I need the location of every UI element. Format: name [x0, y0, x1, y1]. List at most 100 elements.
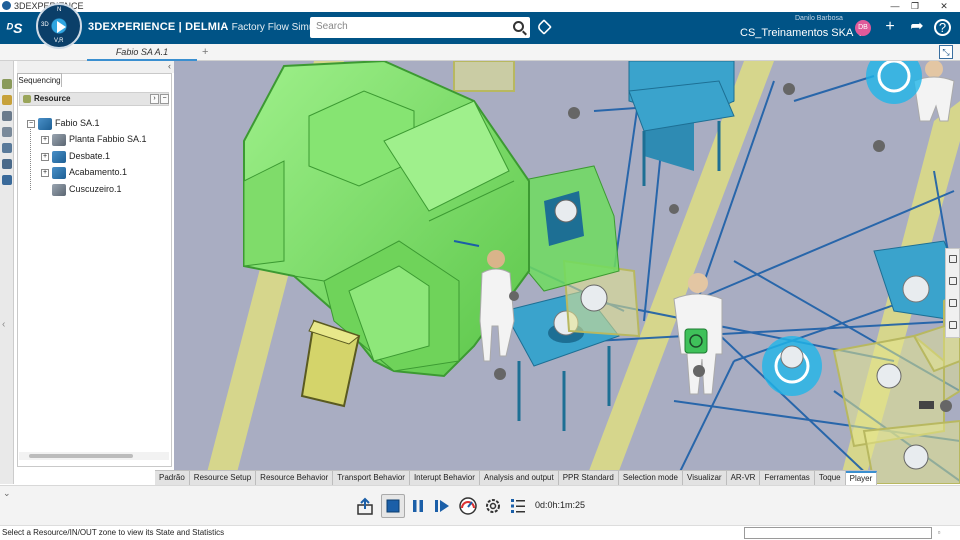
plant-node-icon	[52, 133, 66, 146]
pause-icon[interactable]	[408, 496, 428, 516]
flow-tool-icon[interactable]	[2, 175, 12, 185]
compass-tool-icon[interactable]	[2, 79, 12, 89]
tab-toque[interactable]: Toque	[815, 471, 846, 485]
tab-ppr-standard[interactable]: PPR Standard	[559, 471, 619, 485]
tab-fabio-sa[interactable]: Fabio SA A.1	[87, 44, 197, 61]
stop-button[interactable]	[381, 494, 405, 518]
avatar[interactable]: DB	[855, 20, 871, 36]
factory-scene[interactable]	[174, 61, 960, 484]
compass-3d: 3D	[41, 22, 49, 28]
camera-tool-icon[interactable]	[2, 111, 12, 121]
tree-expand-icon[interactable]: +	[41, 135, 49, 144]
target-zone	[866, 61, 922, 104]
tree-expand-icon[interactable]: +	[41, 152, 49, 161]
command-input[interactable]	[744, 527, 932, 539]
expand-left-icon[interactable]: ‹	[2, 319, 5, 330]
compass-north: N	[57, 7, 62, 13]
settings-icon[interactable]	[483, 496, 503, 516]
tab-sequencing[interactable]: Sequencing	[17, 73, 62, 87]
tag-icon[interactable]	[536, 19, 552, 35]
tab-ar-vr[interactable]: AR-VR	[727, 471, 761, 485]
product-node-icon	[52, 150, 66, 163]
tree-item-desbate[interactable]: + Desbate.1	[41, 149, 110, 163]
tree-expand-icon[interactable]: +	[41, 168, 49, 177]
view-chart-icon[interactable]	[949, 321, 957, 329]
tree-item-label: Desbate.1	[69, 151, 111, 161]
product-node-icon	[52, 166, 66, 179]
app-icon	[2, 1, 11, 10]
tab-interupt-behavior[interactable]: Interupt Behavior	[410, 471, 480, 485]
tree-item-label: Acabamento.1	[69, 167, 128, 177]
chevron-down-icon[interactable]: ⌄	[3, 488, 11, 499]
tree-item-label: Fabio SA.1	[55, 118, 100, 128]
tree-item-label: Planta Fabbio SA.1	[69, 134, 147, 144]
view-compass-icon[interactable]	[949, 277, 957, 285]
tree-item-planta[interactable]: + Planta Fabbio SA.1	[41, 132, 147, 146]
clear-icon[interactable]: ▫	[934, 527, 944, 539]
action-bar: ⌄ 0d:0h:1m:25	[0, 485, 960, 525]
target-zone	[762, 336, 822, 396]
yellow-bin	[300, 319, 361, 408]
tree-scrollbar[interactable]	[19, 452, 169, 460]
collapse-panel-icon[interactable]: ‹	[168, 61, 171, 71]
floor-marker	[919, 401, 934, 409]
transport-tool-icon[interactable]	[2, 159, 12, 169]
resource-section-header[interactable]: Resource › −	[19, 92, 169, 106]
tenant-label: CS_Treinamentos SKA	[740, 27, 853, 39]
list-icon[interactable]	[508, 496, 528, 516]
resource-tool-icon[interactable]	[2, 95, 12, 105]
tab-visualizar[interactable]: Visualizar	[683, 471, 727, 485]
tab-ferramentas[interactable]: Ferramentas	[760, 471, 815, 485]
tree-item-fabio-sa[interactable]: − Fabio SA.1	[27, 116, 100, 130]
green-workstation	[518, 165, 620, 292]
speed-gauge-icon[interactable]	[458, 496, 478, 516]
view-flag-icon[interactable]	[949, 255, 957, 263]
brand-main: 3DEXPERIENCE | DELMIA	[88, 21, 229, 33]
search-icon[interactable]	[513, 21, 524, 32]
search-input[interactable]: Search	[316, 21, 348, 32]
restore-icon[interactable]: ❐	[908, 0, 922, 12]
left-toolstrip: ‹	[0, 61, 14, 484]
help-icon[interactable]: ?	[934, 19, 951, 36]
add-tab-icon[interactable]: +	[202, 44, 208, 60]
tab-analysis-output[interactable]: Analysis and output	[480, 471, 559, 485]
path-tool-icon[interactable]	[2, 127, 12, 137]
compass-icon[interactable]: N 3D V,R	[36, 3, 82, 49]
search-box[interactable]: Search	[310, 17, 530, 38]
step-forward-icon[interactable]	[432, 496, 452, 516]
tab-player[interactable]: Player	[845, 471, 878, 485]
app-window: 3DEXPERIENCE — ❐ ✕ ᴰS 3DEXPERIENCE | DEL…	[0, 0, 960, 540]
export-icon[interactable]	[355, 496, 375, 516]
tree-item-cuscuzeiro[interactable]: Cuscuzeiro.1	[52, 182, 122, 196]
view-layout-icon[interactable]	[949, 299, 957, 307]
tab-resource-setup[interactable]: Resource Setup	[190, 471, 257, 485]
part-node-icon	[52, 183, 66, 196]
section-collapse-icon[interactable]: −	[160, 94, 169, 104]
tab-transport-behavior[interactable]: Transport Behavior	[333, 471, 410, 485]
3d-viewport[interactable]	[174, 61, 960, 484]
tenant-selector[interactable]: CS_Treinamentos SKA ⌄	[740, 26, 865, 39]
document-tab-bar: Fabio SA A.1 + ⤡	[0, 44, 960, 61]
scrollbar-thumb[interactable]	[29, 454, 133, 458]
close-icon[interactable]: ✕	[937, 0, 951, 12]
status-bar: Select a Resource/IN/OUT zone to view it…	[0, 525, 960, 540]
resource-icon	[23, 95, 31, 103]
app-brand: 3DEXPERIENCE | DELMIA Factory Flow Simul…	[88, 21, 338, 33]
os-title-bar: 3DEXPERIENCE — ❐ ✕	[0, 0, 960, 12]
tree-item-acabamento[interactable]: + Acabamento.1	[41, 165, 127, 179]
tab-padrao[interactable]: Padrão	[155, 471, 190, 485]
user-name: Danilo Barbosa	[795, 15, 843, 22]
add-icon[interactable]: +	[880, 17, 900, 37]
fullscreen-icon[interactable]: ⤡	[939, 45, 953, 59]
tab-selection-mode[interactable]: Selection mode	[619, 471, 684, 485]
tree-item-label: Cuscuzeiro.1	[69, 184, 122, 194]
link-tool-icon[interactable]	[2, 143, 12, 153]
tree-collapse-icon[interactable]: −	[27, 119, 35, 128]
minimize-icon[interactable]: —	[888, 0, 902, 12]
tree-connector	[30, 124, 31, 190]
tool-sphere	[903, 444, 929, 470]
share-icon[interactable]: ➦	[907, 17, 927, 37]
tab-resource-behavior[interactable]: Resource Behavior	[256, 471, 334, 485]
viewport-side-toolbar	[945, 248, 960, 338]
section-options-icon[interactable]: ›	[150, 94, 159, 104]
